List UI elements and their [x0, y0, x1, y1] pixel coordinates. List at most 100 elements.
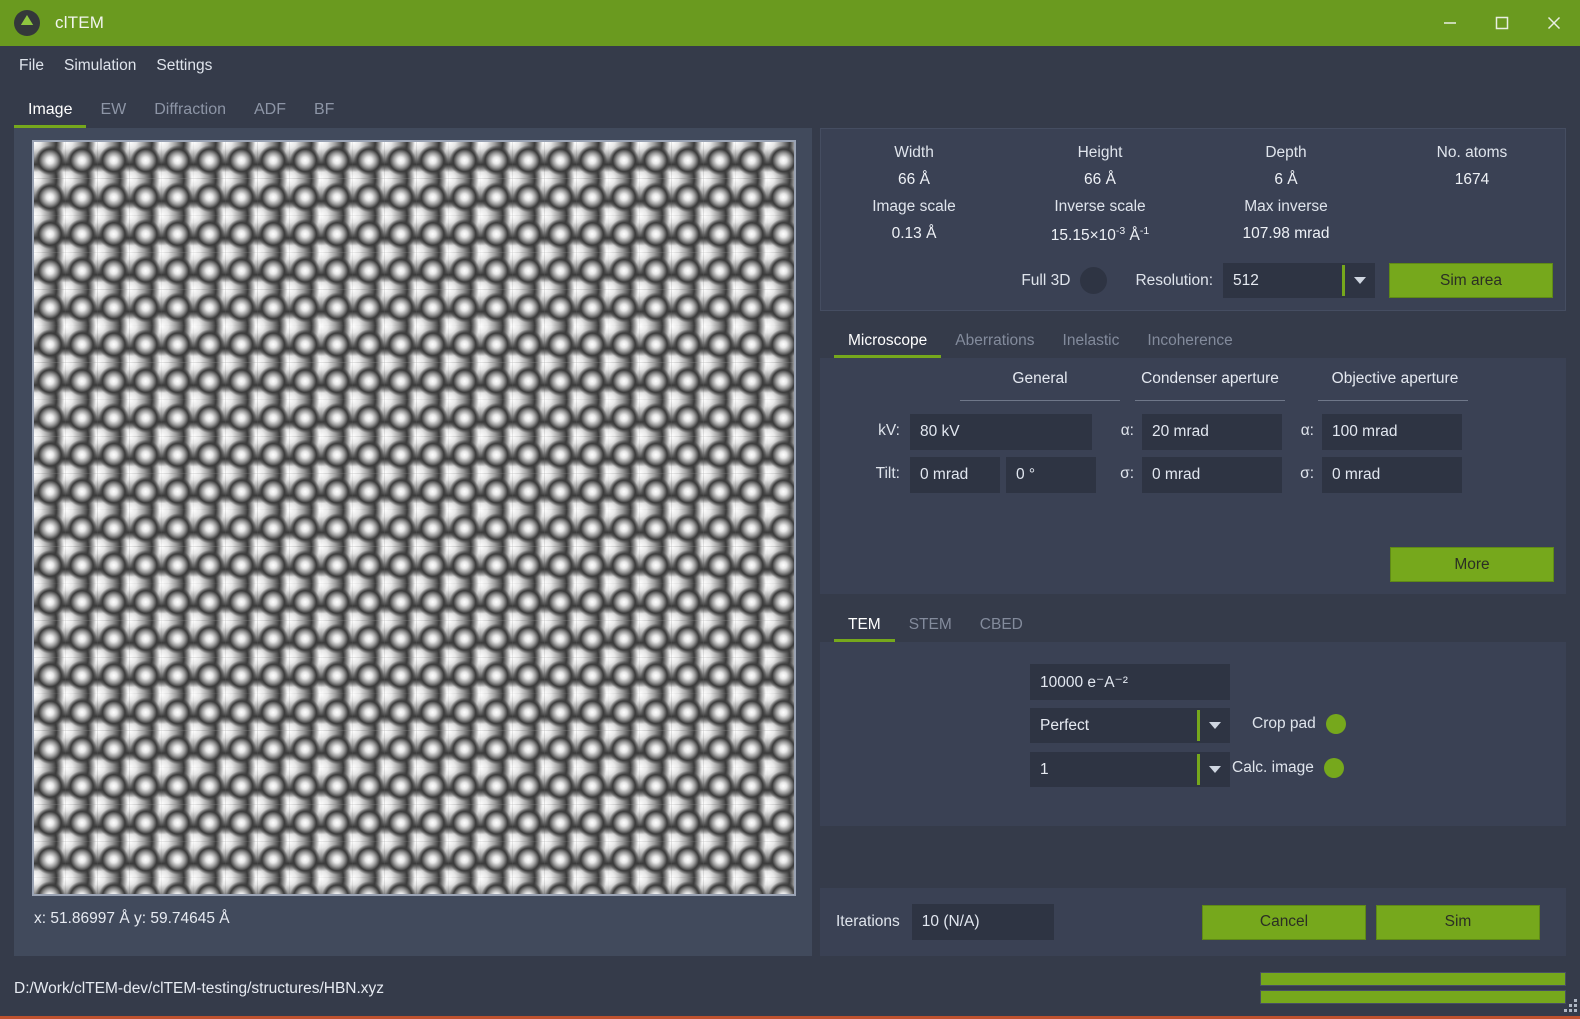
iterations-label: Iterations [836, 913, 900, 930]
lens-triangle-icon [14, 10, 40, 36]
label-objective-sigma: σ: [1300, 465, 1314, 482]
microscope-tab-bar: Microscope Aberrations Inelastic Incoher… [820, 320, 1566, 358]
label-max-inverse: Max inverse [1244, 198, 1328, 215]
chevron-down-icon[interactable] [1200, 752, 1230, 787]
settings-column: Width Height Depth No. atoms 66 Å 66 Å 6… [820, 128, 1566, 956]
label-objective-alpha: α: [1300, 422, 1314, 439]
chevron-down-icon[interactable] [1200, 708, 1230, 743]
simulation-image[interactable] [32, 140, 796, 896]
crop-pad-row: Crop pad [1252, 714, 1346, 734]
dose-field[interactable]: 10000 e⁻A⁻² [1030, 664, 1230, 700]
menu-item-file[interactable]: File [10, 53, 53, 79]
structure-file-path: D:/Work/clTEM-dev/clTEM-testing/structur… [14, 980, 385, 997]
condenser-sigma-field[interactable]: 0 mrad [1142, 457, 1282, 493]
resolution-label: Resolution: [1135, 271, 1213, 289]
maximize-icon[interactable] [1476, 0, 1528, 46]
inverse-scale-exponent: -3 [1115, 225, 1126, 237]
label-tilt: Tilt: [875, 465, 900, 482]
inverse-scale-mantissa: 15.15×10 [1050, 227, 1116, 245]
full-3d-toggle[interactable] [1080, 267, 1108, 294]
application-window: clTEM File Simulation Settings Image EW … [0, 0, 1580, 1019]
header-objective-aperture: Objective aperture [1331, 370, 1459, 387]
cancel-button[interactable]: Cancel [1202, 904, 1366, 940]
tab-ew[interactable]: EW [86, 101, 140, 128]
tab-microscope[interactable]: Microscope [834, 332, 942, 358]
window-controls [1424, 0, 1580, 46]
structure-info-grid: Width Height Depth No. atoms 66 Å 66 Å 6… [821, 129, 1565, 251]
label-condenser-alpha: α: [1120, 422, 1134, 439]
value-max-inverse: 107.98 mrad [1242, 225, 1330, 242]
progress-bar-primary [1260, 972, 1566, 986]
sim-area-button[interactable]: Sim area [1389, 263, 1553, 298]
menu-item-simulation[interactable]: Simulation [55, 53, 145, 79]
header-condenser-aperture: Condenser aperture [1141, 370, 1279, 387]
menu-bar: File Simulation Settings [0, 46, 1580, 86]
chevron-down-icon[interactable] [1345, 263, 1375, 298]
value-no-atoms: 1674 [1454, 171, 1490, 188]
crop-pad-toggle[interactable] [1325, 714, 1346, 734]
tab-bf[interactable]: BF [300, 101, 348, 128]
rule-general [960, 400, 1120, 401]
inverse-scale-unit: Å [1125, 227, 1140, 245]
more-button[interactable]: More [1390, 547, 1554, 582]
value-image-scale: 0.13 Å [891, 225, 937, 242]
main-tab-bar: Image EW Diffraction ADF BF [0, 88, 1580, 128]
tab-stem[interactable]: STEM [895, 616, 966, 642]
tab-aberrations[interactable]: Aberrations [941, 332, 1048, 358]
resolution-row: Full 3D Resolution: 512 Sim area [821, 263, 1565, 298]
window-title: clTEM [55, 13, 105, 32]
condenser-alpha-field[interactable]: 20 mrad [1142, 414, 1282, 450]
sim-button[interactable]: Sim [1376, 904, 1540, 940]
progress-bar-secondary [1260, 990, 1566, 1004]
binning-combobox[interactable]: 1 [1030, 752, 1230, 787]
cursor-coordinates: x: 51.86997 Å y: 59.74645 Å [34, 910, 230, 927]
tab-image[interactable]: Image [14, 101, 87, 128]
resize-grip-icon[interactable] [1563, 998, 1577, 1012]
inverse-scale-unit-exponent: -1 [1139, 225, 1150, 237]
microscope-card: Microscope Aberrations Inelastic Incoher… [820, 320, 1566, 594]
tilt-degree-field[interactable]: 0 ° [1006, 457, 1096, 493]
tab-adf[interactable]: ADF [240, 101, 300, 128]
resolution-combobox[interactable]: 512 [1223, 263, 1375, 298]
tilt-mrad-field[interactable]: 0 mrad [910, 457, 1000, 493]
tab-tem[interactable]: TEM [834, 616, 895, 642]
tem-settings: 10000 e⁻A⁻² Perfect Crop pad 1 Calc. ima [820, 642, 1566, 826]
binning-value: 1 [1040, 760, 1049, 778]
label-condenser-sigma: σ: [1120, 465, 1134, 482]
hbn-lattice-pattern [34, 142, 794, 894]
microscope-fields: General Condenser aperture Objective ape… [820, 358, 1566, 594]
ccd-combobox[interactable]: Perfect [1030, 708, 1230, 743]
value-inverse-scale: 15.15×10-3 Å-1 [1007, 225, 1193, 251]
tab-inelastic[interactable]: Inelastic [1049, 332, 1134, 358]
label-depth: Depth [1265, 144, 1307, 161]
label-image-scale: Image scale [872, 198, 956, 215]
value-height: 66 Å [1084, 171, 1116, 188]
close-icon[interactable] [1528, 0, 1580, 46]
crop-pad-label: Crop pad [1252, 715, 1316, 732]
objective-sigma-field[interactable]: 0 mrad [1322, 457, 1462, 493]
rule-condenser [1135, 400, 1285, 401]
tab-incoherence[interactable]: Incoherence [1133, 332, 1246, 358]
full-3d-label: Full 3D [1021, 271, 1071, 289]
calc-image-row: Calc. image [1232, 758, 1344, 778]
value-width: 66 Å [898, 171, 930, 188]
value-spacer [1379, 225, 1565, 251]
minimize-icon[interactable] [1424, 0, 1476, 46]
resolution-value: 512 [1233, 271, 1259, 289]
title-bar: clTEM [0, 0, 1580, 46]
calc-image-toggle[interactable] [1323, 758, 1344, 778]
label-inverse-scale: Inverse scale [1054, 198, 1146, 215]
menu-item-settings[interactable]: Settings [147, 53, 221, 79]
tab-diffraction[interactable]: Diffraction [140, 101, 240, 128]
image-display-panel: x: 51.86997 Å y: 59.74645 Å [14, 128, 812, 956]
label-spacer [1379, 195, 1565, 225]
objective-alpha-field[interactable]: 100 mrad [1322, 414, 1462, 450]
label-height: Height [1077, 144, 1123, 161]
kv-field[interactable]: 80 kV [910, 414, 1092, 450]
tab-cbed[interactable]: CBED [966, 616, 1037, 642]
rule-objective [1318, 400, 1468, 401]
label-no-atoms: No. atoms [1436, 144, 1508, 161]
value-depth: 6 Å [1274, 171, 1298, 188]
iterations-card: Iterations 10 (N/A) Cancel Sim [820, 888, 1566, 956]
iterations-field[interactable]: 10 (N/A) [911, 904, 1054, 940]
